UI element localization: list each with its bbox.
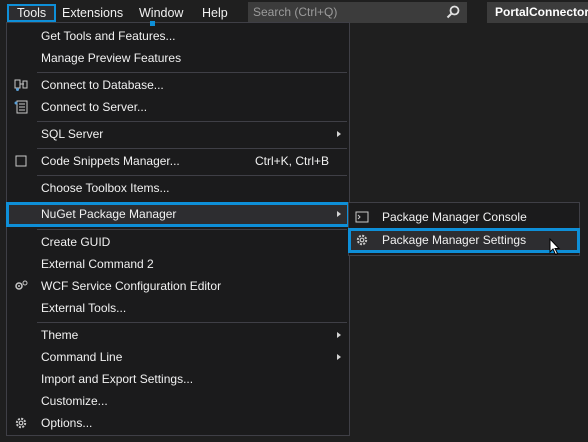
submenu-arrow-icon — [337, 354, 341, 360]
menu-item-code-snippets[interactable]: Code Snippets Manager... Ctrl+K, Ctrl+B — [7, 150, 349, 172]
search-box[interactable]: Search (Ctrl+Q) — [248, 2, 467, 23]
tools-menu-dropdown: Get Tools and Features... Manage Preview… — [6, 22, 350, 436]
server-connect-icon — [14, 100, 28, 114]
nuget-submenu: Package Manager Console Package Manager … — [348, 202, 580, 256]
menu-item-theme[interactable]: Theme — [7, 324, 349, 346]
gear-icon — [15, 417, 27, 429]
search-icon — [446, 5, 460, 19]
code-snippets-icon — [15, 155, 27, 167]
menu-item-label: Customize... — [41, 394, 108, 408]
menu-item-label: Theme — [41, 328, 79, 342]
menu-item-label: SQL Server — [41, 127, 104, 141]
menu-item-label: External Tools... — [41, 301, 127, 315]
menu-item-label: Import and Export Settings... — [41, 372, 194, 386]
menu-separator — [37, 72, 347, 73]
menu-separator — [37, 229, 347, 230]
submenu-arrow-icon — [337, 211, 341, 217]
menu-item-get-tools[interactable]: Get Tools and Features... — [7, 25, 349, 47]
menu-tools[interactable]: Tools — [7, 4, 57, 22]
menu-item-connect-server[interactable]: Connect to Server... — [7, 96, 349, 118]
menu-separator — [37, 175, 347, 176]
vs-window: Tools Extensions Window Help Search (Ctr… — [0, 0, 588, 442]
menu-item-create-guid[interactable]: Create GUID — [7, 231, 349, 253]
focus-marker — [150, 21, 155, 26]
menu-item-connect-database[interactable]: Connect to Database... — [7, 74, 349, 96]
menu-item-sql-server[interactable]: SQL Server — [7, 123, 349, 145]
database-connect-icon — [14, 79, 28, 91]
menu-item-label: Code Snippets Manager... — [41, 154, 180, 168]
menu-item-label: NuGet Package Manager — [41, 207, 177, 221]
menu-item-customize[interactable]: Customize... — [7, 390, 349, 412]
menu-separator — [37, 121, 347, 122]
menu-item-label: Package Manager Console — [382, 210, 527, 224]
console-icon — [355, 211, 369, 223]
menu-item-label: Options... — [41, 416, 93, 430]
menu-item-nuget[interactable]: NuGet Package Manager — [6, 202, 350, 227]
menu-item-options[interactable]: Options... — [7, 412, 349, 434]
menu-item-label: Manage Preview Features — [41, 51, 182, 65]
menu-item-label: Connect to Database... — [41, 78, 164, 92]
mouse-cursor-icon — [549, 238, 561, 256]
menu-item-choose-toolbox[interactable]: Choose Toolbox Items... — [7, 177, 349, 199]
menu-item-external-command-2[interactable]: External Command 2 — [7, 253, 349, 275]
submenu-item-package-manager-console[interactable]: Package Manager Console — [349, 206, 579, 228]
menu-help[interactable]: Help — [194, 4, 236, 22]
menu-item-label: Get Tools and Features... — [41, 29, 176, 43]
menu-item-label: External Command 2 — [41, 257, 154, 271]
menu-item-label: Choose Toolbox Items... — [41, 181, 170, 195]
menu-item-label: WCF Service Configuration Editor — [41, 279, 222, 293]
menu-separator — [37, 322, 347, 323]
menu-item-label: Command Line — [41, 350, 123, 364]
search-placeholder: Search (Ctrl+Q) — [253, 5, 338, 19]
submenu-item-package-manager-settings[interactable]: Package Manager Settings — [348, 228, 580, 253]
menu-item-manage-preview[interactable]: Manage Preview Features — [7, 47, 349, 69]
menu-item-command-line[interactable]: Command Line — [7, 346, 349, 368]
menu-separator — [37, 148, 347, 149]
menu-window[interactable]: Window — [131, 4, 191, 22]
menu-item-wcf-editor[interactable]: WCF Service Configuration Editor — [7, 275, 349, 297]
menu-item-import-export[interactable]: Import and Export Settings... — [7, 368, 349, 390]
menu-extensions[interactable]: Extensions — [54, 4, 131, 22]
solution-name-button[interactable]: PortalConnector — [487, 2, 588, 23]
menu-item-shortcut: Ctrl+K, Ctrl+B — [254, 154, 329, 168]
menu-item-label: Package Manager Settings — [382, 233, 527, 247]
gear-icon — [356, 234, 368, 246]
wcf-config-icon — [15, 280, 28, 290]
submenu-arrow-icon — [337, 332, 341, 338]
menu-item-external-tools[interactable]: External Tools... — [7, 297, 349, 319]
menu-item-label: Create GUID — [41, 235, 111, 249]
menu-item-label: Connect to Server... — [41, 100, 148, 114]
submenu-arrow-icon — [337, 131, 341, 137]
